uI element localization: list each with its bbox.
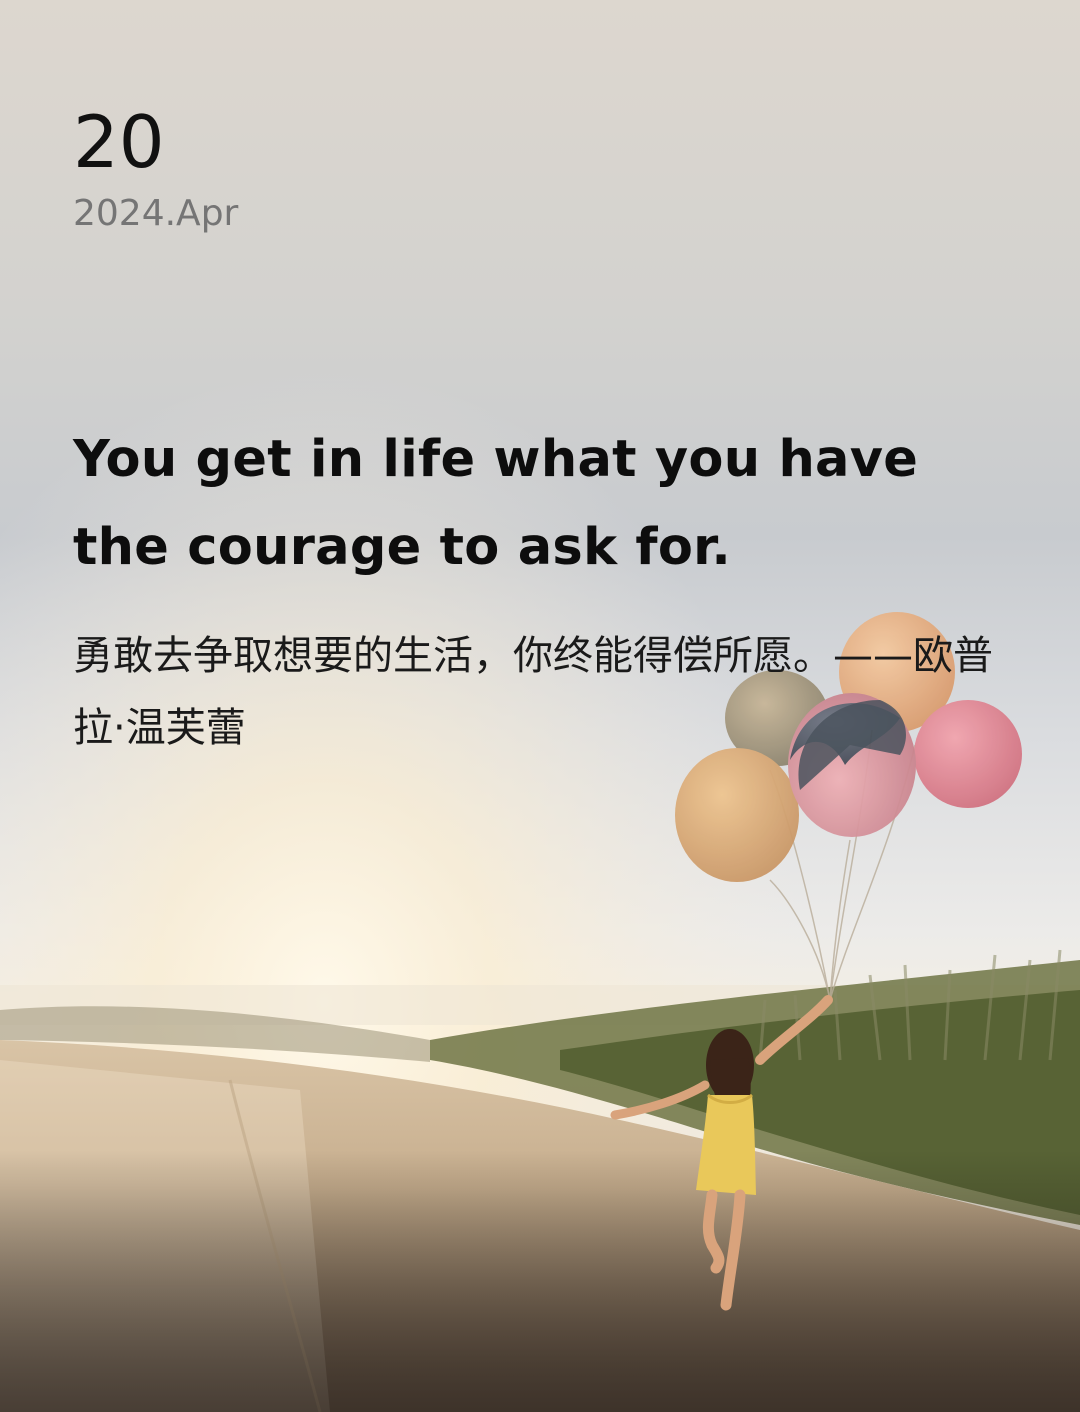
quote-chinese: 勇敢去争取想要的生活，你终能得偿所愿。——欧普拉·温芙蕾 <box>73 633 993 751</box>
month-year: 2024.Apr <box>73 193 239 234</box>
quote-card: 20 2024.Apr You get in life what you hav… <box>0 0 1080 1412</box>
day-number: 20 <box>73 100 165 184</box>
date-block: 20 2024.Apr <box>73 100 238 236</box>
quote-english: You get in life what you have the courag… <box>73 430 919 577</box>
